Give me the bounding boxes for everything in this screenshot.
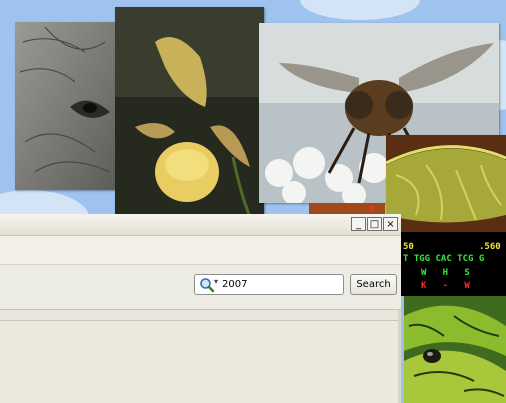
search-options-chevron-down-icon[interactable]: ▾ bbox=[214, 277, 218, 286]
dna-ruler-left: 50 bbox=[403, 242, 414, 252]
photo-viper[interactable] bbox=[404, 296, 506, 403]
photo-orchid[interactable] bbox=[115, 7, 264, 217]
app-window[interactable]: _ □ × ▾ Search bbox=[0, 214, 401, 403]
photo-slime-mold[interactable] bbox=[386, 135, 506, 232]
maximize-button[interactable]: □ bbox=[367, 217, 382, 231]
dna-codons: T TGG CAC TCG G bbox=[403, 254, 485, 264]
menu-band bbox=[0, 236, 401, 265]
close-button[interactable]: × bbox=[383, 217, 398, 231]
title-bar[interactable]: _ □ × bbox=[0, 214, 401, 236]
search-icon[interactable] bbox=[199, 277, 215, 293]
viper-icon bbox=[404, 296, 506, 403]
dna-marker: B bbox=[370, 205, 375, 214]
dna-amino-acids: W H S bbox=[421, 268, 470, 278]
search-input[interactable] bbox=[222, 276, 337, 293]
search-box[interactable]: ▾ bbox=[194, 274, 344, 295]
vertical-scrollbar[interactable] bbox=[398, 310, 401, 403]
elephant-eye-icon bbox=[15, 22, 117, 190]
dna-sequence-panel[interactable]: 50 .560 T TGG CAC TCG G W H S K - W bbox=[401, 232, 506, 296]
header-strip bbox=[0, 310, 398, 321]
dna-amino-acids-alt: K - W bbox=[421, 281, 470, 291]
window-controls: _ □ × bbox=[351, 217, 398, 231]
slime-mold-icon bbox=[386, 135, 506, 232]
dna-ruler-right: .560 bbox=[479, 242, 501, 252]
search-button[interactable]: Search bbox=[350, 274, 397, 295]
content-area[interactable] bbox=[0, 321, 398, 403]
minimize-button[interactable]: _ bbox=[351, 217, 366, 231]
photo-elephant[interactable] bbox=[15, 22, 117, 190]
orchid-icon bbox=[115, 7, 264, 217]
